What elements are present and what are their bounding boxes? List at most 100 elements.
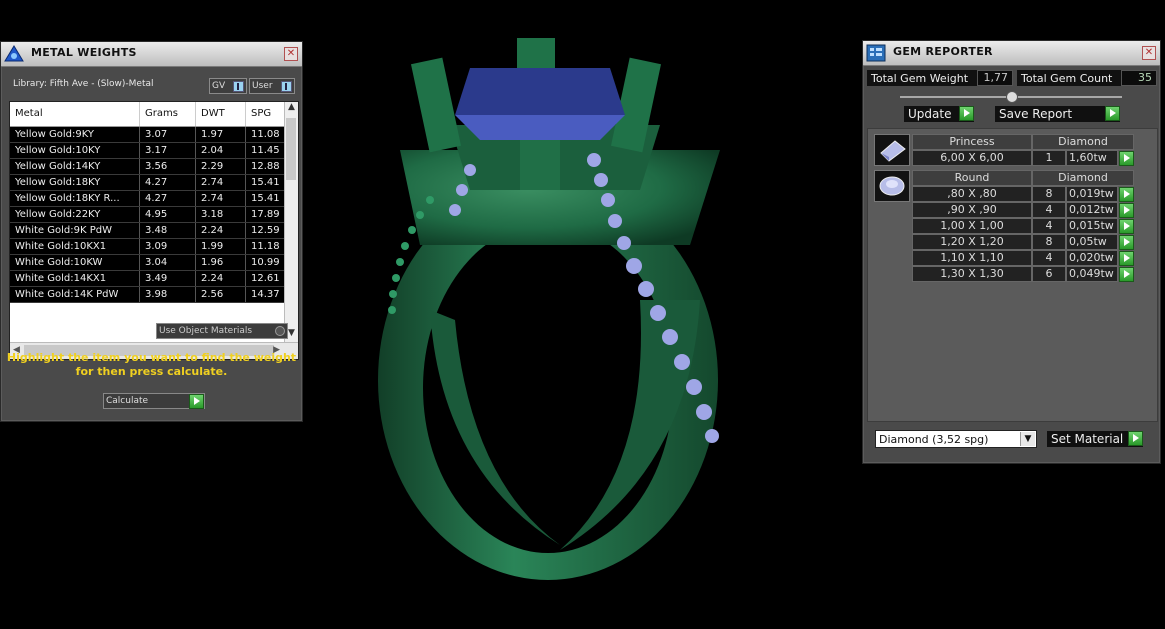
scroll-up-icon[interactable]: ▲ [285, 102, 298, 116]
metal-table-header: Metal Grams DWT SPG [10, 102, 298, 127]
spg-cell: 11.18 [246, 239, 288, 254]
vertical-scrollbar[interactable]: ▲ ▼ [284, 102, 298, 342]
slider-knob[interactable] [1006, 91, 1018, 103]
table-row[interactable]: Yellow Gold:14KY 3.56 2.29 12.88 [10, 159, 298, 175]
calculate-label: Calculate [106, 396, 149, 406]
use-object-materials-toggle[interactable]: Use Object Materials [156, 323, 288, 339]
gem-weight-cell: 0,020tw [1066, 250, 1118, 266]
col-header-grams[interactable]: Grams [140, 102, 196, 126]
select-gem-arrow-icon[interactable] [1119, 151, 1134, 166]
dwt-cell: 2.56 [196, 287, 246, 302]
spg-cell: 15.41 [246, 175, 288, 190]
metal-cell: Yellow Gold:18KY R... [10, 191, 140, 206]
col-header-dwt[interactable]: DWT [196, 102, 246, 126]
gem-weight-cell: 0,015tw [1066, 218, 1118, 234]
play-arrow-icon[interactable] [1128, 431, 1143, 446]
gem-count-cell: 4 [1032, 202, 1066, 218]
select-gem-arrow-icon[interactable] [1119, 235, 1134, 250]
grams-cell: 3.07 [140, 127, 196, 142]
table-row[interactable]: White Gold:14K PdW 3.98 2.56 14.37 [10, 287, 298, 303]
gem-count-cell: 4 [1032, 250, 1066, 266]
scroll-thumb[interactable] [286, 118, 296, 180]
metal-cell: Yellow Gold:14KY [10, 159, 140, 174]
material-select[interactable]: Diamond (3,52 spg) ▼ [875, 430, 1037, 448]
dwt-cell: 2.29 [196, 159, 246, 174]
total-gem-count-label: Total Gem Count [1017, 70, 1121, 86]
select-gem-arrow-icon[interactable] [1119, 187, 1134, 202]
library-label: Library: Fifth Ave - (Slow)-Metal [13, 79, 154, 89]
round-material-header: Diamond [1032, 170, 1134, 186]
metal-weights-app-icon [4, 45, 24, 62]
select-gem-arrow-icon[interactable] [1119, 219, 1134, 234]
update-button[interactable]: Update [904, 106, 974, 122]
table-row[interactable]: Yellow Gold:22KY 4.95 3.18 17.89 [10, 207, 298, 223]
gem-weight-cell: 0,049tw [1066, 266, 1118, 282]
user-toggle[interactable]: User [249, 78, 295, 94]
select-gem-arrow-icon[interactable] [1119, 203, 1134, 218]
play-arrow-icon[interactable] [1105, 106, 1120, 121]
close-icon[interactable]: ✕ [1142, 46, 1156, 60]
col-header-metal[interactable]: Metal [10, 102, 140, 126]
grams-cell: 3.09 [140, 239, 196, 254]
spg-cell: 12.61 [246, 271, 288, 286]
metal-weights-titlebar[interactable]: METAL WEIGHTS ✕ [1, 42, 302, 67]
radio-icon [275, 326, 285, 336]
dwt-cell: 2.04 [196, 143, 246, 158]
metal-table-body: Yellow Gold:9KY 3.07 1.97 11.08 Yellow Gold:… [10, 127, 298, 303]
metal-cell: Yellow Gold:9KY [10, 127, 140, 142]
table-row[interactable]: White Gold:9K PdW 3.48 2.24 12.59 [10, 223, 298, 239]
select-gem-arrow-icon[interactable] [1119, 267, 1134, 282]
table-row[interactable]: White Gold:10KX1 3.09 1.99 11.18 [10, 239, 298, 255]
close-icon[interactable]: ✕ [284, 47, 298, 61]
table-row[interactable]: Yellow Gold:10KY 3.17 2.04 11.45 [10, 143, 298, 159]
gem-size-cell: ,90 X ,90 [912, 202, 1032, 218]
round-cut-icon[interactable] [874, 170, 910, 202]
table-row[interactable]: White Gold:10KW 3.04 1.96 10.99 [10, 255, 298, 271]
chevron-down-icon[interactable]: ▼ [1020, 432, 1035, 446]
gem-reporter-panel: GEM REPORTER ✕ Total Gem Weight 1,77 Tot… [862, 40, 1161, 464]
instruction-line-2: for then press calculate. [75, 365, 228, 378]
col-header-spg[interactable]: SPG [246, 102, 288, 126]
table-row[interactable]: Yellow Gold:18KY R... 4.27 2.74 15.41 [10, 191, 298, 207]
table-row[interactable]: White Gold:14KX1 3.49 2.24 12.61 [10, 271, 298, 287]
metal-weights-panel: METAL WEIGHTS ✕ Library: Fifth Ave - (Sl… [0, 41, 303, 422]
metal-cell: White Gold:10KX1 [10, 239, 140, 254]
gem-reporter-app-icon [866, 44, 886, 62]
spg-cell: 12.59 [246, 223, 288, 238]
save-report-button[interactable]: Save Report [995, 106, 1120, 122]
gem-size-cell: 1,00 X 1,00 [912, 218, 1032, 234]
dwt-cell: 1.96 [196, 255, 246, 270]
gem-size-cell: 6,00 X 6,00 [912, 150, 1032, 166]
instruction-line-1: Highlight the item you want to find the … [6, 351, 297, 364]
gem-count-cell: 8 [1032, 186, 1066, 202]
table-row[interactable]: Yellow Gold:9KY 3.07 1.97 11.08 [10, 127, 298, 143]
calculate-button[interactable]: Calculate [103, 393, 205, 409]
material-select-value: Diamond (3,52 spg) [879, 433, 989, 446]
set-material-button[interactable]: Set Material [1047, 431, 1143, 447]
gem-reporter-titlebar[interactable]: GEM REPORTER ✕ [863, 41, 1160, 66]
grams-cell: 3.04 [140, 255, 196, 270]
spg-cell: 12.88 [246, 159, 288, 174]
table-row[interactable]: Yellow Gold:18KY 4.27 2.74 15.41 [10, 175, 298, 191]
metal-cell: Yellow Gold:10KY [10, 143, 140, 158]
gem-size-cell: 1,20 X 1,20 [912, 234, 1032, 250]
spg-cell: 10.99 [246, 255, 288, 270]
princess-stone [455, 68, 625, 115]
gv-toggle[interactable]: GV [209, 78, 247, 94]
select-gem-arrow-icon[interactable] [1119, 251, 1134, 266]
report-slider[interactable] [900, 91, 1122, 103]
gem-count-cell: 4 [1032, 218, 1066, 234]
play-arrow-icon[interactable] [959, 106, 974, 121]
gem-size-cell: ,80 X ,80 [912, 186, 1032, 202]
gem-count-cell: 1 [1032, 150, 1066, 166]
princess-cut-icon[interactable] [874, 134, 910, 166]
metal-weights-title: METAL WEIGHTS [31, 46, 137, 59]
play-arrow-icon[interactable] [189, 394, 204, 409]
round-shape-header: Round [912, 170, 1032, 186]
grams-cell: 3.56 [140, 159, 196, 174]
spg-cell: 11.08 [246, 127, 288, 142]
user-slider-icon [281, 81, 292, 92]
gv-label: GV [212, 81, 226, 91]
metal-cell: Yellow Gold:22KY [10, 207, 140, 222]
grams-cell: 4.27 [140, 175, 196, 190]
